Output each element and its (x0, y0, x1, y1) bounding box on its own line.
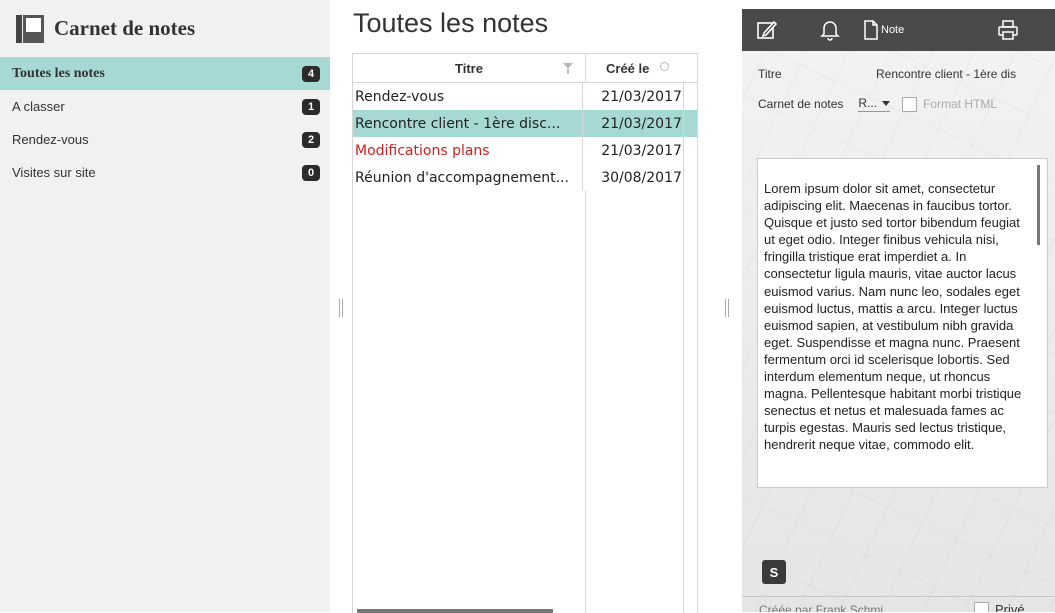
column-header-title[interactable]: Titre (353, 54, 586, 82)
note-title: Rencontre client - 1ère disc... (353, 110, 584, 137)
count-badge: 2 (302, 131, 320, 148)
chevron-down-icon (882, 100, 891, 106)
notebook-label: Carnet de notes (758, 97, 844, 111)
note-page-icon (864, 20, 878, 40)
count-badge: 0 (302, 164, 320, 181)
format-html-option[interactable]: Format HTML (902, 96, 998, 112)
sidebar-header: Carnet de notes (0, 0, 330, 57)
scrollbar-track[interactable] (683, 83, 684, 613)
notebook-field: Carnet de notes R... Format HTML (758, 96, 997, 112)
note-body-editor[interactable]: Lorem ipsum dolor sit amet, consectetur … (757, 158, 1048, 488)
table-header: Titre Créé le (353, 54, 697, 83)
notebook-list: Toutes les notes 4 A classer 1 Rendez-vo… (0, 57, 330, 189)
note-title: Modifications plans (353, 137, 584, 164)
note-date: 21/03/2017 (601, 115, 682, 132)
edit-button[interactable] (756, 9, 778, 51)
table-row[interactable]: Modifications plans 21/03/2017 (353, 137, 697, 164)
private-checkbox[interactable] (974, 602, 989, 612)
notebook-icon (16, 14, 44, 43)
editor-toolbar: Note (742, 9, 1055, 51)
notebook-sidebar: Carnet de notes Toutes les notes 4 A cla… (0, 0, 330, 612)
sidebar-item-rendez-vous[interactable]: Rendez-vous 2 (0, 123, 330, 156)
print-button[interactable] (997, 9, 1019, 51)
notes-list-panel: Toutes les notes Titre Créé le Rendez-vo… (352, 0, 710, 613)
count-badge: 4 (302, 65, 320, 82)
table-row[interactable]: Réunion d'accompagnement... 30/08/2017 (353, 164, 697, 191)
reminder-button[interactable] (820, 9, 840, 51)
note-date: 21/03/2017 (601, 88, 682, 105)
sidebar-item-label: A classer (12, 99, 65, 114)
s-badge[interactable]: S (762, 560, 786, 584)
filter-icon[interactable] (563, 63, 573, 74)
footer-divider (742, 596, 1055, 597)
notebook-select[interactable]: R... (858, 96, 891, 112)
note-editor: Note Titre Rencontre client - 1ère dis C… (742, 9, 1055, 612)
sidebar-item-toutes-les-notes[interactable]: Toutes les notes 4 (0, 57, 330, 90)
title-label: Titre (758, 67, 782, 81)
bell-icon (820, 21, 840, 41)
private-label: Privé (995, 602, 1025, 612)
sidebar-resize-handle[interactable] (339, 299, 343, 317)
created-by-text: Créée par Frank Schmi... (759, 603, 894, 612)
sidebar-item-visites-sur-site[interactable]: Visites sur site 0 (0, 156, 330, 189)
note-title: Rendez-vous (353, 83, 584, 110)
note-date: 30/08/2017 (601, 169, 682, 186)
edit-icon (757, 20, 778, 39)
title-input[interactable]: Rencontre client - 1ère dis (876, 67, 1016, 81)
column-divider (585, 190, 586, 613)
print-icon (998, 20, 1018, 40)
title-field-label: Titre (758, 67, 782, 81)
format-html-label: Format HTML (923, 97, 998, 111)
notebook-select-value: R... (858, 96, 878, 110)
new-note-label: Note (881, 24, 905, 36)
column-header-created[interactable]: Créé le (586, 54, 683, 82)
search-icon[interactable] (660, 62, 669, 71)
list-resize-handle[interactable] (725, 299, 729, 317)
note-title: Réunion d'accompagnement... (353, 164, 584, 191)
new-note-button[interactable]: Note (863, 9, 904, 51)
column-header-label: Titre (455, 60, 483, 76)
format-html-checkbox[interactable] (902, 96, 918, 112)
column-header-label: Créé le (606, 60, 650, 76)
editor-scrollbar[interactable] (1037, 165, 1040, 245)
sidebar-item-label: Toutes les notes (12, 65, 105, 81)
sidebar-title: Carnet de notes (54, 16, 196, 40)
table-row[interactable]: Rendez-vous 21/03/2017 (353, 83, 697, 110)
note-body-text: Lorem ipsum dolor sit amet, consectetur … (764, 181, 1022, 453)
sidebar-item-label: Rendez-vous (12, 132, 89, 147)
table-row[interactable]: Rencontre client - 1ère disc... 21/03/20… (353, 110, 697, 137)
page-title: Toutes les notes (353, 8, 549, 38)
private-option[interactable]: Privé (974, 602, 1025, 612)
note-date: 21/03/2017 (601, 142, 682, 159)
sidebar-item-a-classer[interactable]: A classer 1 (0, 90, 330, 123)
count-badge: 1 (302, 98, 320, 115)
notes-table: Titre Créé le Rendez-vous 21/03/2017 Ren… (352, 53, 698, 613)
horizontal-scrollbar[interactable] (357, 609, 553, 613)
sidebar-item-label: Visites sur site (12, 165, 96, 180)
